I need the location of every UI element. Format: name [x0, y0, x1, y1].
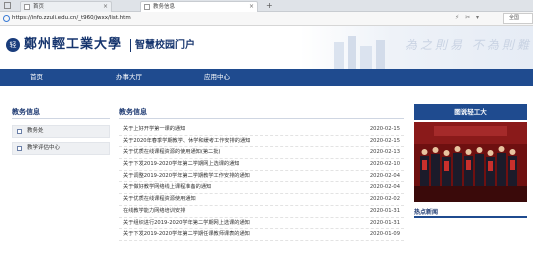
close-icon[interactable]: × [249, 2, 254, 12]
building-illustration [334, 36, 385, 69]
news-title-link[interactable]: 关于做好教学网络线上课程准备的通知 [123, 182, 363, 193]
sidebar-item-jiaowuchu[interactable]: 教务处 [12, 125, 110, 138]
list-item[interactable]: 关于组织进行2019-2020学年第二学期网上选课的通知 2020-01-31 [119, 218, 404, 230]
header-divider [130, 39, 131, 52]
site-banner: 轻 鄭州輕工業大學 智慧校园门户 為之則易 不為則難 [0, 26, 533, 69]
news-title-link[interactable]: 关于上好开学第一课的通知 [123, 124, 363, 135]
list-item[interactable]: 在线教学能力网络培训安排 2020-01-31 [119, 206, 404, 218]
list-item[interactable]: 关于下发2019-2020学年第二学期任课教师课表的通知 2020-01-09 [119, 229, 404, 241]
list-item[interactable]: 关于优质在线课程资源的使用通知(第二批) 2020-02-13 [119, 147, 404, 160]
news-date: 2020-02-04 [369, 184, 400, 191]
news-date: 2020-02-15 [369, 126, 400, 132]
tab-label: 教务信息 [153, 4, 176, 10]
list-item[interactable]: 关于优质在线课程资源使用通知 2020-02-02 [119, 194, 404, 206]
news-date: 2020-01-09 [369, 231, 400, 238]
address-bar-tools[interactable]: ⚡ ✂ ▾ [455, 14, 481, 21]
list-item[interactable]: 关于2020年春季学期教学、休学和缓考工作安排的通知 2020-02-15 [119, 136, 404, 148]
hot-news-title: 热点新闻 [414, 209, 439, 216]
nav-item-service-hall[interactable]: 办事大厅 [116, 69, 142, 86]
sidebar-item-assessment-center[interactable]: 教学评估中心 [12, 142, 110, 155]
document-icon [17, 129, 22, 134]
news-date: 2020-01-31 [369, 207, 400, 214]
main-divider [119, 118, 404, 119]
sidebar-item-label: 教学评估中心 [27, 145, 61, 151]
globe-icon [3, 15, 10, 22]
nav-item-home[interactable]: 首页 [30, 69, 43, 86]
news-date: 2020-01-31 [369, 219, 400, 226]
sidebar-divider [12, 118, 110, 119]
news-title-link[interactable]: 关于下发2019-2020学年第二学期网上选课的通知 [123, 159, 363, 170]
school-name: 鄭州輕工業大學 [24, 37, 123, 52]
news-list: 关于上好开学第一课的通知 2020-02-15 关于2020年春季学期教学、休学和… [119, 124, 404, 241]
hot-news-divider [414, 216, 527, 218]
document-icon [17, 146, 22, 151]
list-item[interactable]: 关于上好开学第一课的通知 2020-02-15 [119, 124, 404, 136]
url-input[interactable]: https://info.zzuli.edu.cn/_t960/jwxx/lis… [12, 14, 131, 23]
news-title-link[interactable]: 关于优质在线课程资源的使用通知(第二批) [123, 147, 363, 158]
photo-section-header[interactable]: 图说轻工大 [414, 104, 527, 120]
news-date: 2020-02-04 [369, 172, 400, 179]
news-title-link[interactable]: 关于下发2019-2020学年第二学期任课教师课表的通知 [123, 229, 363, 240]
page-icon [24, 4, 30, 10]
browser-tab-home[interactable]: 首页 × [20, 1, 112, 12]
sidebar-title: 教务信息 [12, 108, 40, 116]
main-nav: 首页 办事大厅 应用中心 [0, 69, 533, 86]
news-title-link[interactable]: 关于优质在线课程资源使用通知 [123, 194, 363, 205]
list-item[interactable]: 关于调整2019-2020学年第二学期教学工作安排的通知 2020-02-04 [119, 171, 404, 183]
browser-tab-jiaowu[interactable]: 教务信息 × [140, 1, 258, 12]
graduation-photo[interactable] [414, 122, 527, 202]
news-date: 2020-02-13 [369, 149, 400, 156]
news-title-link[interactable]: 关于2020年春季学期教学、休学和缓考工作安排的通知 [123, 136, 363, 147]
news-title-link[interactable]: 在线教学能力网络培训安排 [123, 206, 363, 217]
address-bar: https://info.zzuli.edu.cn/_t960/jwxx/lis… [0, 12, 533, 26]
browser-tab-strip: 首页 × 教务信息 × + [0, 0, 533, 12]
news-date: 2020-02-02 [369, 196, 400, 203]
list-item[interactable]: 关于做好教学网络线上课程准备的通知 2020-02-04 [119, 182, 404, 195]
main-title: 教务信息 [119, 108, 147, 116]
portal-name: 智慧校园门户 [135, 40, 195, 51]
page-icon [144, 4, 150, 10]
graduation-photo-illustration [414, 122, 527, 202]
nav-item-app-center[interactable]: 应用中心 [204, 69, 230, 86]
tab-label: 首页 [33, 4, 45, 10]
sidebar-item-label: 教务处 [27, 128, 44, 134]
news-title-link[interactable]: 关于调整2019-2020学年第二学期教学工作安排的通知 [123, 171, 363, 182]
list-item[interactable]: 关于下发2019-2020学年第二学期网上选课的通知 2020-02-10 [119, 159, 404, 171]
school-logo[interactable]: 轻 [6, 38, 20, 52]
news-date: 2020-02-15 [369, 137, 400, 144]
new-tab-button[interactable]: + [266, 0, 273, 11]
tab-overview-icon[interactable] [4, 2, 11, 9]
news-title-link[interactable]: 关于组织进行2019-2020学年第二学期网上选课的通知 [123, 218, 363, 229]
search-box[interactable]: 全国 [503, 13, 533, 24]
close-icon[interactable]: × [103, 2, 108, 12]
news-date: 2020-02-10 [369, 161, 400, 168]
school-motto: 為之則易 不為則難 [405, 38, 532, 52]
